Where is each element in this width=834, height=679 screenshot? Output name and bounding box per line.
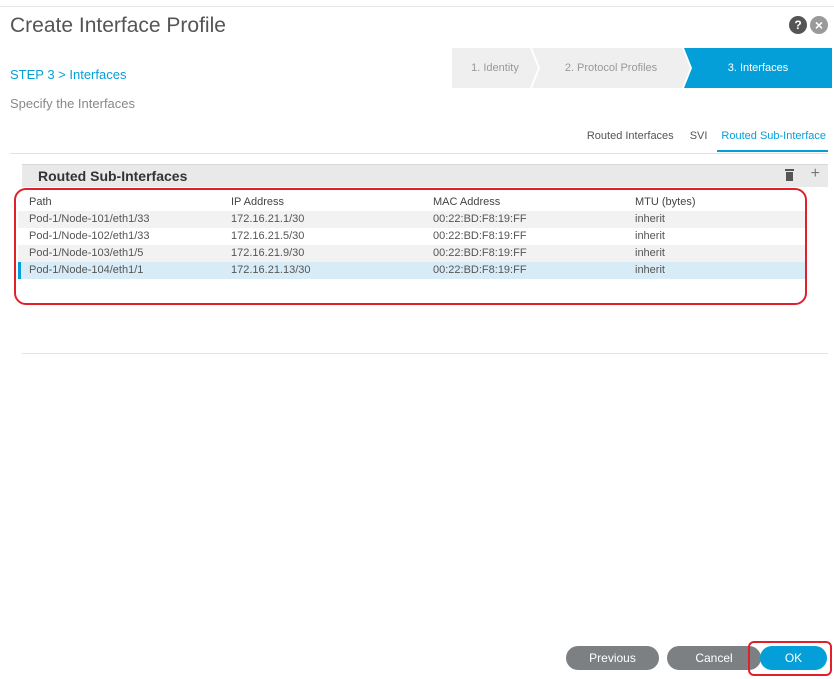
close-icon[interactable]: ×: [810, 16, 828, 34]
tab-routed-sub-interface[interactable]: Routed Sub-Interface: [717, 128, 828, 152]
wizard-step-interfaces[interactable]: 3. Interfaces: [684, 48, 832, 88]
tab-svi[interactable]: SVI: [690, 128, 708, 152]
step-label: STEP 3 > Interfaces: [10, 67, 127, 82]
cancel-button[interactable]: Cancel: [667, 646, 761, 670]
plus-icon[interactable]: +: [811, 165, 820, 183]
header-actions: ? ×: [789, 16, 828, 34]
wizard-step-protocol-profiles[interactable]: 2. Protocol Profiles: [532, 48, 690, 88]
section-header: Routed Sub-Interfaces +: [22, 164, 828, 187]
interface-type-tabs: Routed Interfaces SVI Routed Sub-Interfa…: [571, 128, 828, 152]
table-highlight-annotation: [14, 188, 807, 305]
step-subtitle: Specify the Interfaces: [10, 96, 136, 111]
section-title: Routed Sub-Interfaces: [38, 168, 188, 184]
ok-highlight-annotation: [748, 641, 832, 676]
trash-icon[interactable]: [785, 169, 794, 181]
help-icon[interactable]: ?: [789, 16, 807, 34]
tab-routed-interfaces[interactable]: Routed Interfaces: [587, 128, 674, 152]
content-divider: [22, 353, 828, 354]
dialog-title: Create Interface Profile: [10, 14, 226, 37]
wizard-step-identity[interactable]: 1. Identity: [452, 48, 538, 88]
top-border: [0, 6, 834, 7]
tabs-divider: [10, 153, 828, 154]
wizard-steps: 1. Identity 2. Protocol Profiles 3. Inte…: [452, 48, 832, 88]
previous-button[interactable]: Previous: [566, 646, 659, 670]
